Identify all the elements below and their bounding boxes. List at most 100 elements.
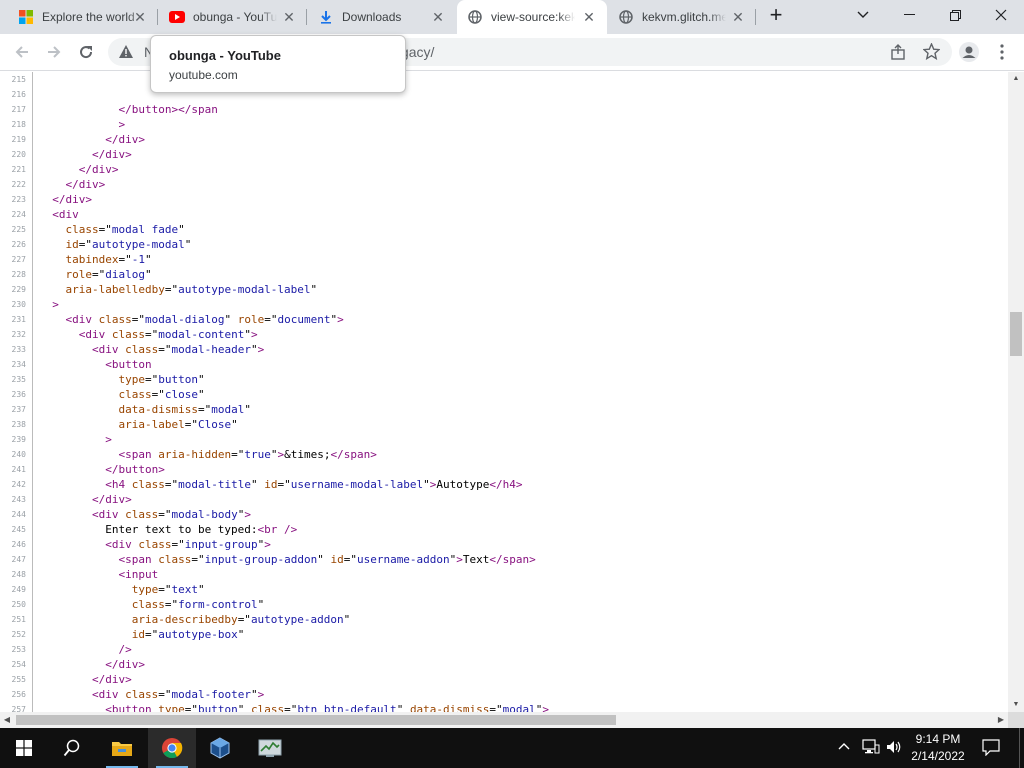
line-number[interactable]: 220	[0, 147, 33, 162]
taskbar-virtualbox[interactable]	[196, 728, 244, 768]
line-number[interactable]: 252	[0, 627, 33, 642]
line-number[interactable]: 227	[0, 252, 33, 267]
line-number[interactable]: 232	[0, 327, 33, 342]
line-number[interactable]: 250	[0, 597, 33, 612]
line-number[interactable]: 249	[0, 582, 33, 597]
line-number[interactable]: 231	[0, 312, 33, 327]
line-code: <button	[105, 358, 152, 371]
tab-explore[interactable]: Explore the world ✕	[8, 0, 158, 34]
tab-downloads[interactable]: Downloads ✕	[308, 0, 456, 34]
line-code: </div>	[91, 148, 132, 161]
line-number[interactable]: 241	[0, 462, 33, 477]
line-number[interactable]: 215	[0, 72, 33, 87]
line-number[interactable]: 257	[0, 702, 33, 712]
clock-time: 9:14 PM	[915, 732, 961, 746]
line-number[interactable]: 216	[0, 87, 33, 102]
line-number[interactable]: 217	[0, 102, 33, 117]
source-line: 250 class="form-control"	[0, 597, 1008, 612]
line-number[interactable]: 229	[0, 282, 33, 297]
line-number[interactable]: 256	[0, 687, 33, 702]
tab-youtube[interactable]: obunga - YouTube ✕	[159, 0, 307, 34]
chevron-up-icon[interactable]	[838, 740, 850, 758]
close-icon[interactable]: ✕	[430, 9, 446, 25]
tab-kekvm[interactable]: kekvm.glitch.me ✕	[608, 0, 756, 34]
notifications-icon[interactable]	[982, 739, 1000, 761]
bookmark-star-icon[interactable]	[922, 42, 941, 65]
taskbar-file-explorer[interactable]	[98, 728, 146, 768]
source-line: 224 <div	[0, 207, 1008, 222]
new-tab-button[interactable]: +	[760, 0, 792, 30]
line-number[interactable]: 218	[0, 117, 33, 132]
tab-view-source[interactable]: view-source:kekvm.glitch.me/legacy/ ✕	[457, 0, 607, 34]
line-number[interactable]: 243	[0, 492, 33, 507]
line-number[interactable]: 225	[0, 222, 33, 237]
menu-button[interactable]	[988, 38, 1016, 66]
vertical-scrollbar[interactable]: ▲ ▼	[1008, 72, 1024, 712]
close-icon[interactable]: ✕	[730, 9, 746, 25]
close-icon[interactable]: ✕	[581, 9, 597, 25]
source-viewer[interactable]: 215 216 217 </button></span 218 >219 </div>…	[0, 72, 1008, 712]
line-number[interactable]: 221	[0, 162, 33, 177]
line-number[interactable]: 234	[0, 357, 33, 372]
taskbar-chrome[interactable]	[148, 728, 196, 768]
file-explorer-icon	[112, 742, 132, 756]
line-number[interactable]: 223	[0, 192, 33, 207]
line-number[interactable]: 230	[0, 297, 33, 312]
show-desktop-button[interactable]	[1019, 728, 1024, 768]
search-button[interactable]	[48, 728, 96, 768]
close-icon[interactable]: ✕	[281, 9, 297, 25]
line-number[interactable]: 245	[0, 522, 33, 537]
close-window-button[interactable]	[978, 0, 1024, 30]
line-number[interactable]: 219	[0, 132, 33, 147]
close-icon[interactable]: ✕	[132, 9, 148, 25]
line-number[interactable]: 248	[0, 567, 33, 582]
network-icon[interactable]	[862, 739, 880, 760]
line-number[interactable]: 247	[0, 552, 33, 567]
forward-button[interactable]	[40, 38, 68, 66]
globe-icon	[467, 9, 483, 25]
scroll-up-icon[interactable]: ▲	[1008, 72, 1024, 86]
back-button[interactable]	[8, 38, 36, 66]
minimize-button[interactable]	[886, 0, 932, 30]
line-number[interactable]: 240	[0, 447, 33, 462]
scroll-left-icon[interactable]: ◀	[0, 712, 14, 728]
line-number[interactable]: 237	[0, 402, 33, 417]
line-number[interactable]: 228	[0, 267, 33, 282]
taskbar-task-manager[interactable]	[246, 728, 294, 768]
restore-button[interactable]	[932, 0, 978, 30]
line-number[interactable]: 236	[0, 387, 33, 402]
line-code: />	[118, 643, 132, 656]
share-icon[interactable]	[890, 44, 906, 65]
line-number[interactable]: 239	[0, 432, 33, 447]
line-number[interactable]: 254	[0, 657, 33, 672]
line-number[interactable]: 226	[0, 237, 33, 252]
line-number[interactable]: 222	[0, 177, 33, 192]
line-number[interactable]: 251	[0, 612, 33, 627]
profile-button[interactable]	[955, 38, 983, 66]
arrow-left-icon	[15, 46, 28, 58]
scroll-down-icon[interactable]: ▼	[1008, 698, 1024, 712]
line-number[interactable]: 242	[0, 477, 33, 492]
system-clock[interactable]: 9:14 PM 2/14/2022	[898, 731, 978, 765]
line-number[interactable]: 253	[0, 642, 33, 657]
line-code: id="autotype-box"	[131, 628, 245, 641]
scroll-right-icon[interactable]: ▶	[994, 712, 1008, 728]
line-number[interactable]: 255	[0, 672, 33, 687]
reload-button[interactable]	[72, 38, 100, 66]
line-code: aria-label="Close"	[118, 418, 238, 431]
line-number[interactable]: 246	[0, 537, 33, 552]
vertical-scroll-thumb[interactable]	[1010, 312, 1022, 356]
source-line: 237 data-dismiss="modal"	[0, 402, 1008, 417]
start-button[interactable]	[0, 728, 48, 768]
line-number[interactable]: 235	[0, 372, 33, 387]
line-number[interactable]: 244	[0, 507, 33, 522]
warning-icon[interactable]	[118, 44, 134, 64]
horizontal-scrollbar[interactable]: ◀ ▶	[0, 712, 1008, 728]
line-number[interactable]: 233	[0, 342, 33, 357]
line-number[interactable]: 224	[0, 207, 33, 222]
tab-search-button[interactable]	[840, 0, 886, 30]
line-number[interactable]: 238	[0, 417, 33, 432]
line-code: </div>	[105, 133, 145, 146]
horizontal-scroll-thumb[interactable]	[16, 715, 616, 725]
virtualbox-icon	[210, 737, 230, 759]
